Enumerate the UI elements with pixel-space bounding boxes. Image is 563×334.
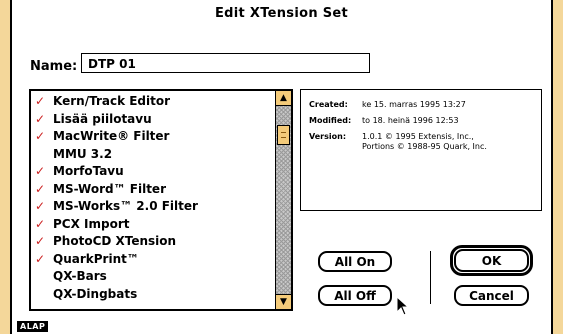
version-row: Version: 1.0.1 © 1995 Extensis, Inc., Port…	[309, 132, 487, 152]
xtension-list[interactable]: ✓ Kern/Track Editor ✓ Lisää piilotavu ✓ MacWr…	[29, 89, 293, 311]
cancel-button[interactable]: Cancel	[454, 285, 529, 306]
scroll-down-arrow-icon[interactable]: ▼	[276, 294, 291, 309]
list-item[interactable]: QX-Dingbats	[31, 286, 276, 304]
list-item-label: QX-Bars	[53, 269, 107, 283]
ok-button[interactable]: OK	[454, 249, 529, 272]
scroll-up-arrow-icon[interactable]: ▲	[276, 91, 291, 106]
alap-logo: ALAP	[17, 321, 49, 332]
created-label: Created:	[309, 100, 348, 109]
list-item[interactable]: ✓ MacWrite® Filter	[31, 128, 276, 146]
list-item-label: MMU 3.2	[53, 146, 113, 161]
list-item-label: PhotoCD XTension	[53, 234, 177, 248]
list-item-label: MorfoTavu	[53, 164, 124, 178]
list-item[interactable]: ✓ MS-Word™ Filter	[31, 181, 276, 199]
version-line-1: 1.0.1 © 1995 Extensis, Inc.,	[362, 132, 474, 141]
list-item[interactable]: ✓ PCX Import	[31, 216, 276, 234]
xtension-info-panel: Created: ke 15. marras 1995 13:27 Modifie…	[300, 89, 542, 211]
modified-value: to 18. heinä 1996 12:53	[362, 116, 459, 125]
checkmark-icon: ✓	[35, 234, 46, 248]
list-item[interactable]: ✓ Kern/Track Editor	[31, 93, 276, 111]
all-off-button[interactable]: All Off	[318, 285, 392, 306]
all-on-button[interactable]: All On	[318, 251, 392, 272]
scroll-thumb[interactable]	[277, 125, 290, 145]
name-input[interactable]	[81, 53, 370, 73]
list-scrollbar[interactable]: ▲ ▼	[275, 91, 291, 309]
button-divider	[430, 251, 431, 304]
edit-xtension-set-dialog: Edit XTension Set Name: ✓ Kern/Track Edit…	[10, 0, 553, 334]
version-value: 1.0.1 © 1995 Extensis, Inc., Portions © 1…	[362, 132, 487, 152]
list-item-label: Lisää piilotavu	[53, 111, 152, 126]
version-line-2: Portions © 1988-95 Quark, Inc.	[362, 142, 487, 151]
list-item-label: QX-Dingbats	[53, 286, 138, 301]
list-item[interactable]: ✓ MS-Works™ 2.0 Filter	[31, 198, 276, 216]
list-item[interactable]: ✓ Lisää piilotavu	[31, 111, 276, 129]
list-item[interactable]: ✓ QuarkPrint™	[31, 251, 276, 269]
modified-label: Modified:	[309, 116, 352, 125]
name-label: Name:	[30, 59, 78, 74]
version-label: Version:	[309, 132, 347, 141]
list-item-label: PCX Import	[53, 216, 130, 231]
list-item-label: MacWrite® Filter	[53, 129, 170, 143]
checkmark-icon: ✓	[35, 94, 46, 108]
list-item-label: QuarkPrint™	[53, 251, 139, 266]
list-item-label: MS-Word™ Filter	[53, 181, 166, 196]
created-row: Created: ke 15. marras 1995 13:27	[309, 100, 466, 110]
xtension-list-items: ✓ Kern/Track Editor ✓ Lisää piilotavu ✓ MacWr…	[31, 93, 276, 303]
checkmark-icon: ✓	[35, 216, 46, 231]
list-item[interactable]: QX-Bars	[31, 268, 276, 286]
list-item[interactable]: ✓ PhotoCD XTension	[31, 233, 276, 251]
list-item-label: Kern/Track Editor	[53, 94, 171, 108]
list-item[interactable]: ✓ MorfoTavu	[31, 163, 276, 181]
checkmark-icon: ✓	[35, 129, 46, 143]
checkmark-icon: ✓	[35, 181, 46, 196]
list-item[interactable]: MMU 3.2	[31, 146, 276, 164]
checkmark-icon: ✓	[35, 199, 46, 213]
modified-row: Modified: to 18. heinä 1996 12:53	[309, 116, 459, 126]
checkmark-icon: ✓	[35, 111, 46, 126]
arrow-cursor-icon	[396, 296, 410, 316]
checkmark-icon: ✓	[35, 251, 46, 266]
checkmark-icon: ✓	[35, 164, 46, 178]
created-value: ke 15. marras 1995 13:27	[362, 100, 466, 109]
dialog-title: Edit XTension Set	[214, 6, 349, 21]
list-item-label: MS-Works™ 2.0 Filter	[53, 199, 198, 213]
